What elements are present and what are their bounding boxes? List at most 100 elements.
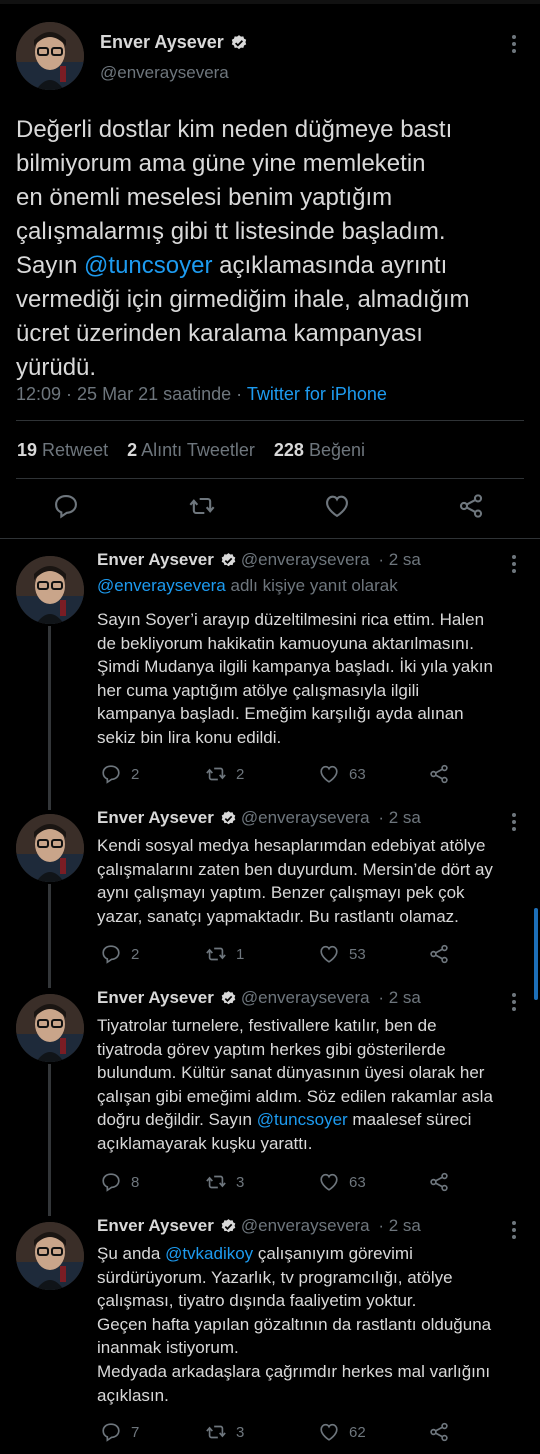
likes-count: 228 <box>273 440 304 460</box>
more-options-icon[interactable] <box>504 810 524 834</box>
reply-time[interactable]: · 2 sa <box>374 808 421 827</box>
avatar[interactable] <box>16 22 84 90</box>
reply-icon <box>55 495 77 519</box>
share-icon <box>430 944 448 964</box>
verified-icon <box>231 35 246 50</box>
share-button[interactable] <box>428 1170 459 1194</box>
display-name[interactable]: Enver Aysever <box>97 988 214 1007</box>
reply-header: Enver Aysever @enveraysevera · 2 sa <box>97 808 421 828</box>
retweet-button[interactable]: 3 <box>205 1420 244 1444</box>
mention-link[interactable]: @tvkadikoy <box>165 1244 253 1263</box>
like-count: 62 <box>349 1423 366 1441</box>
display-name[interactable]: Enver Aysever <box>100 32 248 53</box>
like-button[interactable]: 62 <box>318 1420 366 1444</box>
like-icon <box>320 1173 338 1191</box>
avatar[interactable] <box>16 814 84 882</box>
more-options-icon[interactable] <box>504 552 524 576</box>
handle[interactable]: @enveraysevera <box>241 808 370 827</box>
like-count: 63 <box>349 765 366 783</box>
reply-count: 7 <box>131 1423 140 1441</box>
reply-time[interactable]: · 2 sa <box>374 988 421 1007</box>
more-options-icon[interactable] <box>504 32 524 56</box>
reply-icon <box>102 765 120 784</box>
avatar-photo <box>16 994 84 1062</box>
source-link[interactable]: Twitter for iPhone <box>247 384 387 404</box>
top-border <box>0 0 540 4</box>
handle[interactable]: @enveraysevera <box>100 63 229 83</box>
retweet-button[interactable]: 2 <box>205 762 244 786</box>
retweets-stat[interactable]: 19 Retweet <box>17 440 108 460</box>
retweet-count: 3 <box>236 1173 245 1191</box>
reply-button[interactable] <box>52 492 82 528</box>
reply-header: Enver Aysever @enveraysevera · 2 sa <box>97 1216 421 1236</box>
handle[interactable]: @enveraysevera <box>241 988 370 1007</box>
reply-icon <box>102 1173 120 1192</box>
thread-line <box>48 884 51 988</box>
like-button[interactable]: 63 <box>318 762 366 786</box>
share-button[interactable] <box>457 492 487 528</box>
retweet-icon <box>206 767 226 781</box>
display-name[interactable]: Enver Aysever <box>97 1216 214 1235</box>
reply-button[interactable]: 2 <box>100 762 139 786</box>
reply-text: Kendi sosyal medya hesaplarımdan edebiya… <box>97 836 493 926</box>
handle[interactable]: @enveraysevera <box>241 1216 370 1235</box>
reply-header: Enver Aysever @enveraysevera · 2 sa <box>97 550 421 570</box>
like-count: 63 <box>349 1173 366 1191</box>
verified-icon <box>221 553 236 567</box>
share-button[interactable] <box>428 762 459 786</box>
avatar-photo <box>16 556 84 624</box>
retweet-button[interactable]: 3 <box>205 1170 244 1194</box>
reply-button[interactable]: 8 <box>100 1170 139 1194</box>
like-button[interactable]: 53 <box>318 942 366 966</box>
reply-count: 2 <box>131 945 140 963</box>
mention-link[interactable]: @tuncsoyer <box>257 1110 348 1129</box>
like-icon <box>320 765 338 783</box>
display-name[interactable]: Enver Aysever <box>97 550 214 569</box>
tweet-text: Değerli dostlar kim neden düğmeye bastı … <box>16 113 526 385</box>
divider <box>16 478 524 479</box>
retweets-count: 19 <box>17 440 38 460</box>
like-icon <box>320 1423 338 1441</box>
reply-to-suffix: adlı kişiye yanıt olarak <box>225 576 398 595</box>
avatar-photo <box>16 1222 84 1290</box>
share-button[interactable] <box>428 942 459 966</box>
retweets-label: Retweet <box>42 440 109 460</box>
reply-count: 8 <box>131 1173 140 1191</box>
verified-icon <box>221 1219 236 1233</box>
mention-link[interactable]: @tuncsoyer <box>84 252 212 279</box>
share-icon <box>459 494 483 518</box>
avatar[interactable] <box>16 556 84 624</box>
thread-line <box>48 1064 51 1216</box>
more-options-icon[interactable] <box>504 990 524 1014</box>
share-icon <box>430 1172 448 1192</box>
quotes-label: Alıntı Tweetler <box>141 440 255 460</box>
share-button[interactable] <box>428 1420 459 1444</box>
avatar[interactable] <box>16 994 84 1062</box>
retweet-count: 1 <box>236 945 245 963</box>
like-icon <box>320 945 338 963</box>
reply-button[interactable]: 2 <box>100 942 139 966</box>
reply-button[interactable]: 7 <box>100 1420 139 1444</box>
more-options-icon[interactable] <box>504 1218 524 1242</box>
quotes-stat[interactable]: 2 Alıntı Tweetler <box>127 440 255 460</box>
like-button[interactable] <box>323 492 353 528</box>
retweet-icon <box>206 1425 226 1439</box>
retweet-button[interactable] <box>188 492 218 528</box>
reply-to-mention[interactable]: @enveraysevera <box>97 576 226 595</box>
tweet-action-bar <box>0 492 540 528</box>
handle[interactable]: @enveraysevera <box>241 550 370 569</box>
reply-text-part2: çalışanıyım görevimi sürdürüyorum. Yazar… <box>97 1244 492 1405</box>
retweet-icon <box>189 497 215 515</box>
avatar[interactable] <box>16 1222 84 1290</box>
avatar-photo <box>16 814 84 882</box>
display-name[interactable]: Enver Aysever <box>97 808 214 827</box>
quotes-count: 2 <box>127 440 138 460</box>
reply-header: Enver Aysever @enveraysevera · 2 sa <box>97 988 421 1008</box>
retweet-button[interactable]: 1 <box>205 942 244 966</box>
reply-time[interactable]: · 2 sa <box>374 550 421 569</box>
like-button[interactable]: 63 <box>318 1170 366 1194</box>
reply-time[interactable]: · 2 sa <box>374 1216 421 1235</box>
scrollbar[interactable] <box>534 908 538 1000</box>
timestamp[interactable]: 12:09 · 25 Mar 21 saatinde · <box>16 384 247 404</box>
likes-stat[interactable]: 228 Beğeni <box>274 440 365 460</box>
